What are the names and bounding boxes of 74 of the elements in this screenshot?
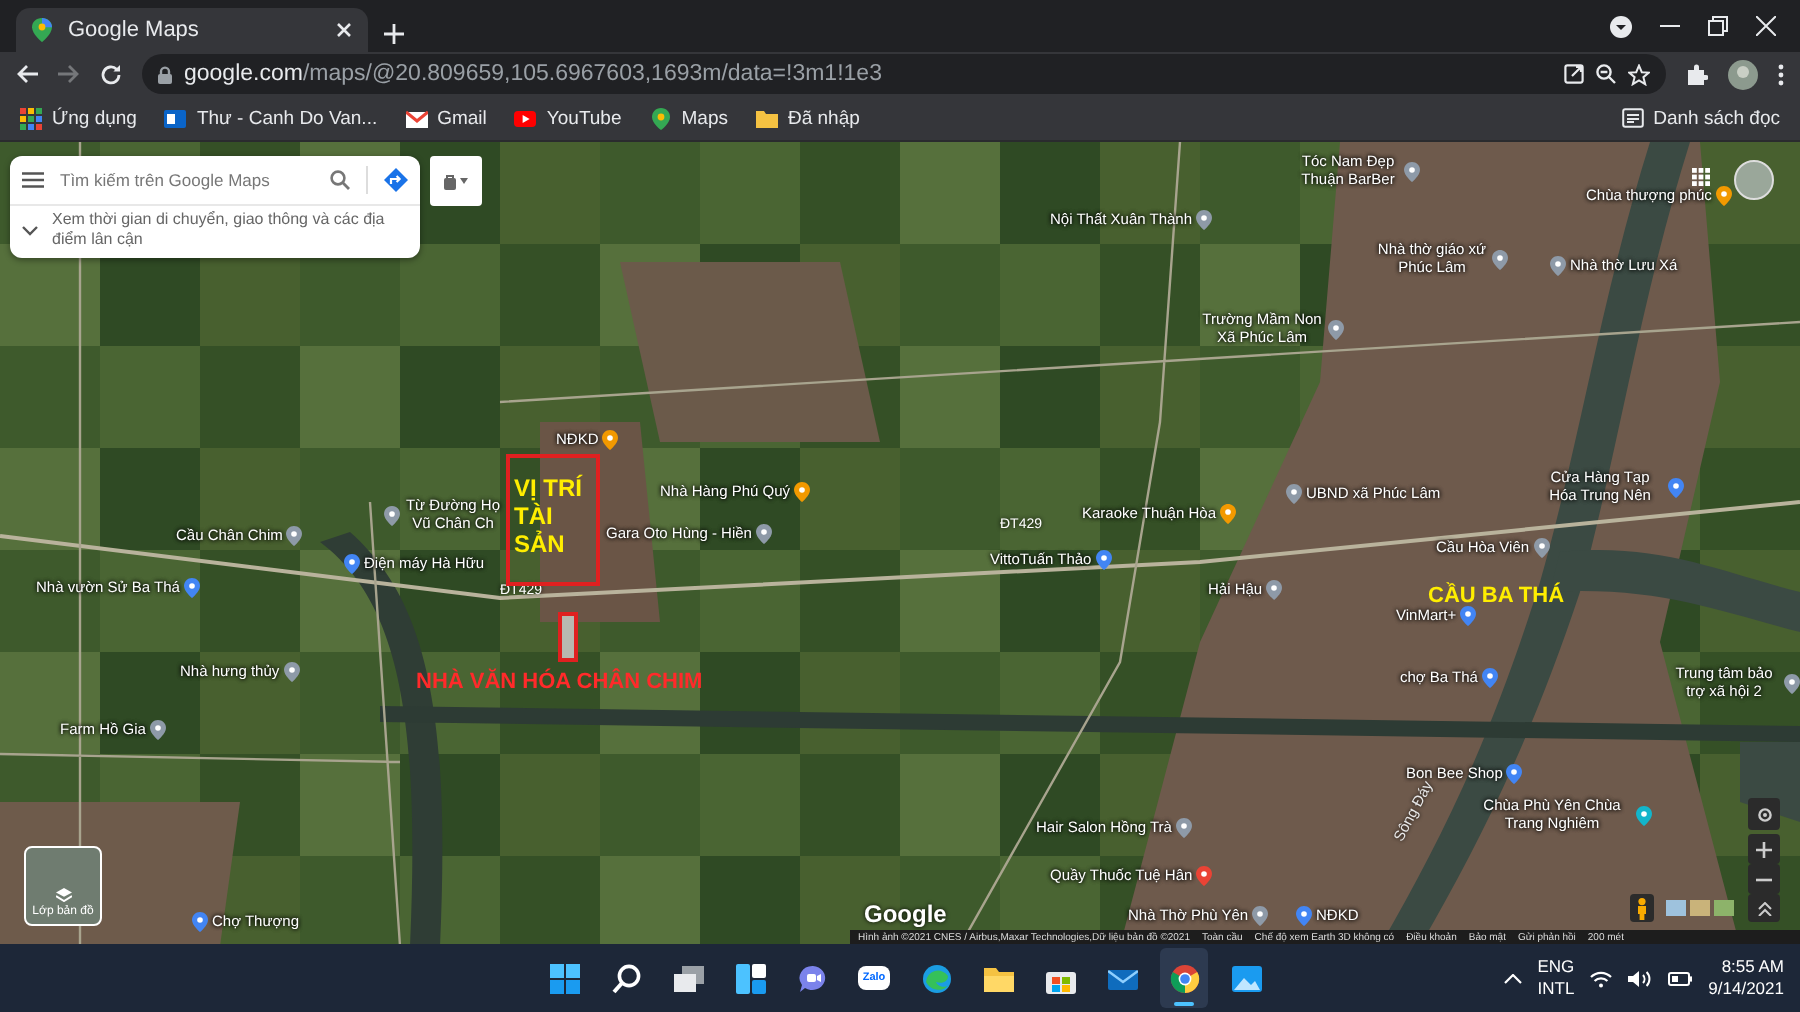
my-location-icon: [1755, 805, 1773, 823]
menu-icon[interactable]: [22, 172, 44, 188]
play-icon: [514, 107, 537, 129]
map-pin-icon: [32, 18, 52, 42]
bookmark-link[interactable]: Ứng dụng: [20, 107, 137, 129]
list-icon: [1621, 108, 1644, 128]
google-logo: Google: [864, 900, 947, 928]
swirl-icon: [921, 963, 951, 993]
bookmark-link[interactable]: Đã nhập: [755, 107, 860, 129]
apps-grid-icon[interactable]: [1692, 168, 1710, 186]
mail-icon: [164, 107, 187, 129]
speaker-icon[interactable]: [1628, 969, 1653, 987]
folder-icon: [755, 107, 778, 129]
back-arrow-icon[interactable]: [16, 64, 38, 84]
search-icon[interactable]: [330, 170, 350, 190]
wifi-icon[interactable]: [1590, 969, 1613, 987]
taskbar-app[interactable]: [1160, 948, 1208, 1008]
folder-icon: [983, 963, 1013, 993]
chat-bubble-icon: [797, 963, 827, 993]
envelope-icon: [405, 107, 428, 129]
my-location-button[interactable]: [1748, 798, 1780, 830]
expand-icon: [1757, 901, 1771, 915]
chrome-icon: [1169, 963, 1199, 993]
annotation-text: VỊ TRÍ TÀI SẢN: [514, 474, 585, 558]
zoom-in-icon: [1756, 841, 1772, 857]
plus-icon[interactable]: [384, 24, 404, 44]
bookmark-link[interactable]: YouTube: [514, 107, 622, 129]
annotation-text: CẦU BA THÁ: [1428, 584, 1565, 609]
picture-icon: [1231, 963, 1261, 993]
open-external-icon[interactable]: [1564, 64, 1584, 84]
layers-icon: [55, 888, 71, 902]
chevron-up-icon[interactable]: [1503, 973, 1522, 983]
widgets-icon: [735, 963, 765, 993]
language-indicator[interactable]: ENG INTL: [1537, 956, 1575, 1000]
pegman-button[interactable]: [1630, 894, 1654, 922]
clock[interactable]: 8:55 AM 9/14/2021: [1708, 956, 1784, 1000]
marker-rectangle: [558, 612, 578, 662]
dropdown-icon[interactable]: [1610, 15, 1632, 37]
windows-icon: [673, 963, 703, 993]
close-icon[interactable]: [1756, 16, 1776, 36]
search-field[interactable]: Tìm kiếm trên Google Maps: [60, 170, 314, 190]
browser-tab[interactable]: Google Maps: [16, 8, 368, 52]
reading-list-button[interactable]: Danh sách đọc: [1621, 107, 1780, 129]
directions-icon[interactable]: [384, 168, 408, 192]
expand-button[interactable]: [1748, 894, 1780, 922]
forward-arrow-icon[interactable]: [58, 64, 80, 84]
recent-button[interactable]: [430, 156, 482, 206]
caret-icon: [460, 178, 468, 184]
url-text: google.com/maps/@20.809659,105.6967603,1693m/data=!3m1!1e3: [184, 62, 884, 86]
map-pin-icon: [649, 107, 672, 129]
address-bar[interactable]: google.com/maps/@20.809659,105.6967603,1693m/data=!3m1!1e3: [142, 54, 1666, 94]
pegman-icon: [1636, 897, 1648, 919]
reload-icon[interactable]: [100, 63, 122, 85]
zoom-out-icon[interactable]: [1596, 64, 1616, 84]
restore-icon[interactable]: [1708, 16, 1728, 36]
puzzle-icon[interactable]: [1686, 63, 1708, 85]
battery-icon[interactable]: [1668, 971, 1693, 985]
avatar-icon[interactable]: [1728, 59, 1758, 89]
lock-icon: [158, 65, 172, 83]
hint-text: Xem thời gian di chuyển, giao thông và các địa điểm lân cận: [52, 210, 387, 250]
start-icon: [549, 963, 579, 993]
star-icon[interactable]: [1628, 63, 1650, 85]
bookmark-link[interactable]: Maps: [649, 107, 728, 129]
menu-icon[interactable]: [1778, 63, 1784, 85]
close-icon[interactable]: [336, 22, 352, 38]
bookmark-link[interactable]: Thư - Canh Do Van...: [164, 107, 378, 129]
imagery-thumbnails[interactable]: [1666, 900, 1734, 916]
apps-grid-icon: [20, 107, 42, 129]
bag-icon: [444, 173, 456, 189]
chevron-down-icon[interactable]: [22, 225, 38, 235]
annotation-text: NHÀ VĂN HÓA CHÂN CHIM: [416, 670, 703, 696]
zoom-in-button[interactable]: [1748, 834, 1780, 864]
search-icon: [611, 963, 641, 993]
bookmark-link[interactable]: Gmail: [405, 107, 487, 129]
